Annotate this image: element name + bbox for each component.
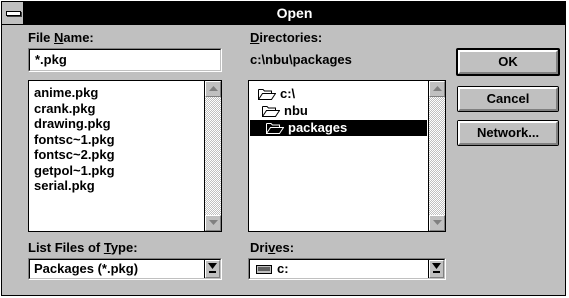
- directory-item-label: nbu: [284, 103, 308, 118]
- file-list-item[interactable]: getpol~1.pkg: [34, 163, 115, 178]
- open-folder-icon: [262, 106, 280, 117]
- directory-item[interactable]: c:\: [250, 86, 427, 102]
- dropdown-arrow-icon: [432, 263, 441, 273]
- directories-label: Directories:: [250, 30, 323, 45]
- file-type-value: Packages (*.pkg): [34, 261, 139, 276]
- directory-item-label: c:\: [280, 86, 296, 101]
- title-bar: Open: [2, 2, 565, 25]
- ok-button[interactable]: OK: [456, 48, 560, 76]
- drives-label: Drives:: [250, 240, 295, 255]
- file-name-input-frame: *.pkg: [28, 48, 222, 72]
- file-list-item[interactable]: fontsc~2.pkg: [34, 147, 115, 162]
- file-list-scroll-up-button[interactable]: [205, 81, 221, 97]
- file-type-label: List Files of Type:: [28, 240, 138, 255]
- directory-item-label: packages: [288, 120, 348, 135]
- arrow-up-icon: [433, 86, 442, 91]
- file-type-dropdown-button[interactable]: [204, 260, 220, 278]
- arrow-down-icon: [433, 220, 442, 225]
- ok-button-label: OK: [498, 54, 518, 69]
- file-name-input[interactable]: *.pkg: [35, 52, 67, 67]
- drives-value: c:: [277, 261, 289, 276]
- file-list-item[interactable]: anime.pkg: [34, 85, 98, 100]
- file-list[interactable]: anime.pkg crank.pkg drawing.pkg fontsc~1.pk…: [28, 80, 222, 232]
- file-list-item[interactable]: serial.pkg: [34, 178, 95, 193]
- directory-list[interactable]: c:\ nbu packages: [248, 80, 446, 232]
- directory-list-scrollbar[interactable]: [428, 81, 445, 231]
- file-list-item[interactable]: fontsc~1.pkg: [34, 132, 115, 147]
- arrow-up-icon: [209, 86, 218, 91]
- open-dialog: Open File Name: *.pkg anime.pkg crank.pkg…: [1, 1, 566, 296]
- network-button-label: Network...: [476, 125, 540, 140]
- file-list-item[interactable]: drawing.pkg: [34, 116, 111, 131]
- directory-scroll-down-button[interactable]: [429, 215, 445, 231]
- current-path: c:\nbu\packages: [250, 52, 352, 67]
- drives-combo[interactable]: c:: [248, 258, 446, 280]
- cancel-button-label: Cancel: [486, 91, 530, 106]
- open-folder-icon: [266, 123, 284, 134]
- window-title: Open: [276, 5, 313, 21]
- file-list-scroll-down-button[interactable]: [205, 215, 221, 231]
- system-menu-icon: [6, 11, 21, 16]
- network-button[interactable]: Network...: [457, 120, 559, 146]
- dropdown-arrow-icon: [208, 263, 217, 273]
- drive-icon: [256, 265, 272, 274]
- file-type-combo[interactable]: Packages (*.pkg): [28, 258, 222, 280]
- directory-item[interactable]: nbu: [250, 103, 427, 119]
- system-menu-button[interactable]: [2, 2, 24, 24]
- file-list-item[interactable]: crank.pkg: [34, 101, 95, 116]
- arrow-down-icon: [209, 220, 218, 225]
- cancel-button[interactable]: Cancel: [457, 86, 559, 112]
- directory-scroll-up-button[interactable]: [429, 81, 445, 97]
- file-name-label: File Name:: [28, 30, 94, 45]
- drives-dropdown-button[interactable]: [428, 260, 444, 278]
- open-folder-icon: [258, 89, 276, 100]
- directory-item[interactable]: packages: [250, 120, 427, 136]
- file-list-scrollbar[interactable]: [204, 81, 221, 231]
